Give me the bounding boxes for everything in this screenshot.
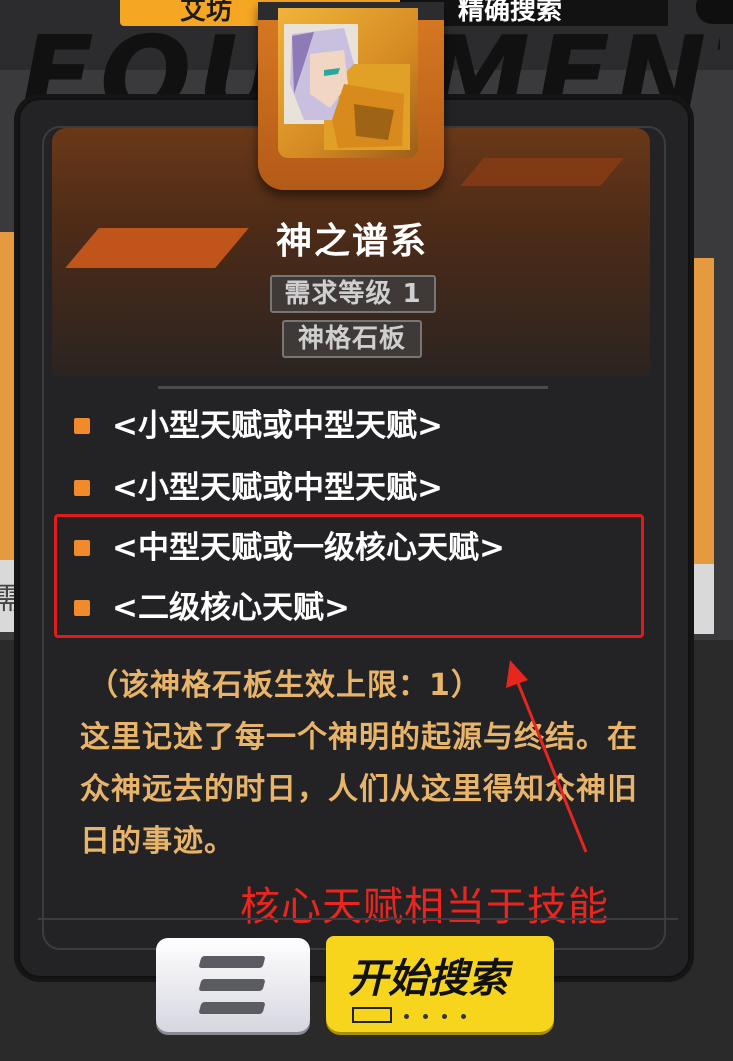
section-divider: [158, 386, 548, 389]
start-search-button[interactable]: 开始搜索: [326, 936, 554, 1032]
level-requirement-badge: 需求等级 1: [270, 275, 436, 313]
indicator-dot: [461, 1014, 466, 1019]
item-name: 神之谱系: [275, 221, 428, 262]
deity-portrait-icon: [284, 24, 410, 150]
panel-bottom-divider: [38, 918, 678, 920]
top-right-button[interactable]: [696, 0, 733, 24]
search-button-indicator: [352, 1004, 480, 1023]
indicator-dot: [442, 1014, 447, 1019]
start-search-label: 开始搜索: [348, 956, 508, 1002]
slot-bullet-icon: [74, 480, 90, 496]
menu-lines-icon: [198, 1002, 266, 1014]
talent-slot-label: <小型天赋或中型天赋>: [112, 408, 443, 444]
indicator-dot: [423, 1014, 428, 1019]
menu-lines-icon: [198, 956, 266, 968]
annotation-note: 核心天赋相当于技能: [240, 884, 609, 930]
indicator-dot: [404, 1014, 409, 1019]
talent-slot-label: <小型天赋或中型天赋>: [112, 470, 443, 506]
decor-slash: [460, 158, 624, 186]
slot-bullet-icon: [74, 418, 90, 434]
indicator-box: [352, 1006, 392, 1023]
item-type-badge: 神格石板: [282, 320, 422, 358]
annotation-arrow-icon: [506, 660, 588, 853]
menu-button[interactable]: [156, 938, 310, 1032]
annotation-highlight-box: [54, 514, 644, 638]
menu-lines-icon: [198, 979, 266, 991]
item-icon-frame: [258, 2, 444, 190]
